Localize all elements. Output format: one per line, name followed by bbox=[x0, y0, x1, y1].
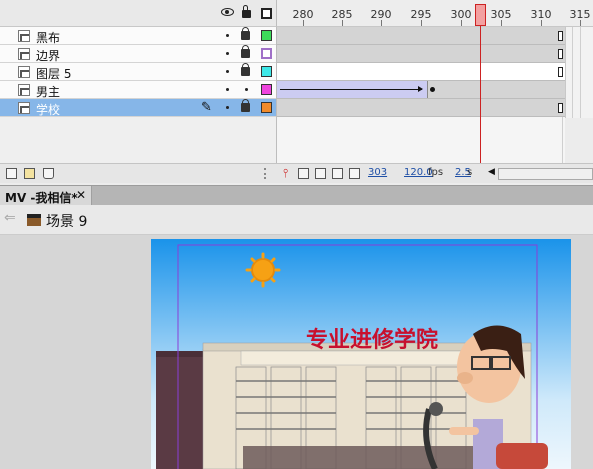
visibility-dot[interactable] bbox=[226, 52, 229, 55]
layer-color-swatch[interactable] bbox=[261, 84, 272, 95]
modify-markers-icon[interactable] bbox=[349, 168, 360, 179]
school-name-sign: 专业进修学院 bbox=[306, 327, 438, 353]
frame-row[interactable] bbox=[276, 63, 565, 81]
layer-color-swatch[interactable] bbox=[261, 30, 272, 41]
elapsed-unit: s bbox=[467, 167, 472, 178]
layer-icon bbox=[18, 30, 30, 42]
edit-multiple-frames-icon[interactable] bbox=[332, 168, 343, 179]
lock-icon[interactable] bbox=[241, 49, 250, 58]
tween-arrow bbox=[280, 89, 422, 90]
layer-icon bbox=[18, 66, 30, 78]
lock-icon[interactable] bbox=[242, 10, 251, 18]
layer-row-边界[interactable]: 边界 bbox=[0, 45, 276, 63]
sun-icon bbox=[247, 254, 279, 286]
stage-scene: 专业进修学院 bbox=[151, 239, 571, 469]
layer-name: 边界 bbox=[36, 47, 60, 64]
frame-row[interactable] bbox=[276, 99, 565, 117]
playhead-line bbox=[480, 4, 481, 164]
lock-icon[interactable] bbox=[241, 103, 250, 112]
frame-row[interactable] bbox=[276, 45, 565, 63]
horizontal-scrollbar[interactable] bbox=[498, 168, 593, 180]
layer-icon bbox=[18, 84, 30, 96]
layer-name: 男主 bbox=[36, 83, 60, 100]
document-tab-bar: MV -我相信* ✕ bbox=[0, 185, 593, 205]
visibility-dot[interactable] bbox=[226, 34, 229, 37]
new-folder-icon[interactable] bbox=[24, 168, 35, 179]
outline-icon[interactable] bbox=[261, 8, 272, 19]
delete-layer-icon[interactable] bbox=[43, 168, 54, 179]
layer-list-empty bbox=[0, 117, 276, 163]
timeline-panel: 280 285 290 295 300 305 310 315 黑布 边界 图层… bbox=[0, 0, 593, 185]
scene-label[interactable]: 场景 9 bbox=[46, 211, 87, 231]
visibility-dot[interactable] bbox=[226, 88, 229, 91]
new-layer-icon[interactable] bbox=[6, 168, 17, 179]
ruler-label: 315 bbox=[565, 8, 593, 21]
visibility-dot[interactable] bbox=[226, 70, 229, 73]
layer-name: 黑布 bbox=[36, 29, 60, 46]
keyframe-end[interactable] bbox=[558, 67, 563, 77]
back-arrow-icon[interactable]: ⇐ bbox=[4, 210, 16, 226]
layer-color-swatch[interactable] bbox=[261, 102, 272, 113]
stage-area[interactable]: 专业进修学院 bbox=[0, 235, 593, 461]
layer-name: 学校 bbox=[36, 101, 60, 118]
frame-ruler[interactable]: 280 285 290 295 300 305 310 315 bbox=[276, 0, 593, 27]
center-frame-icon[interactable]: ⫯ bbox=[283, 166, 288, 181]
layer-name: 图层 5 bbox=[36, 65, 71, 82]
layer-color-swatch[interactable] bbox=[261, 66, 272, 77]
onion-skin-icon[interactable] bbox=[298, 168, 309, 179]
visibility-dot[interactable] bbox=[226, 106, 229, 109]
document-tab-label: MV -我相信* bbox=[5, 189, 78, 206]
close-icon[interactable]: ✕ bbox=[76, 188, 86, 202]
timeline-toolbar: ⫯ 303 120.0 fps 2.5 s ◀ bbox=[0, 163, 593, 183]
keyframe-end[interactable] bbox=[558, 49, 563, 59]
keyframe-end[interactable] bbox=[558, 31, 563, 41]
stage-canvas[interactable]: 专业进修学院 bbox=[151, 239, 571, 469]
pencil-icon[interactable]: ✎ bbox=[201, 100, 212, 115]
layer-row-男主[interactable]: 男主 bbox=[0, 81, 276, 99]
frame-row[interactable] bbox=[276, 81, 565, 99]
layer-row-学校[interactable]: 学校 ✎ bbox=[0, 99, 276, 117]
current-frame[interactable]: 303 bbox=[368, 167, 387, 178]
eye-icon[interactable] bbox=[221, 8, 234, 16]
keyframe-end[interactable] bbox=[558, 103, 563, 113]
panel-resize-grip[interactable] bbox=[264, 168, 270, 179]
layer-header bbox=[0, 0, 276, 27]
edit-bar: ⇐ 场景 9 bbox=[0, 205, 593, 235]
layer-row-黑布[interactable]: 黑布 bbox=[0, 27, 276, 45]
lock-dot[interactable] bbox=[245, 88, 248, 91]
h-scroll-left-icon[interactable]: ◀ bbox=[488, 167, 495, 177]
scene-clapper-icon bbox=[27, 214, 41, 226]
layer-icon bbox=[18, 48, 30, 60]
lock-icon[interactable] bbox=[241, 67, 250, 76]
lock-icon[interactable] bbox=[241, 31, 250, 40]
layer-color-swatch[interactable] bbox=[261, 48, 272, 59]
document-tab[interactable]: MV -我相信* ✕ bbox=[0, 186, 92, 206]
tween-arrowhead bbox=[418, 86, 423, 92]
vertical-scrollbar[interactable] bbox=[565, 27, 593, 118]
frame-rate-unit: fps bbox=[428, 167, 443, 178]
frame-row[interactable] bbox=[276, 27, 565, 45]
frame-area-empty bbox=[276, 117, 565, 163]
onion-outline-icon[interactable] bbox=[315, 168, 326, 179]
keyframe-dot[interactable] bbox=[430, 87, 435, 92]
playhead-handle[interactable] bbox=[475, 4, 486, 26]
layer-row-图层5[interactable]: 图层 5 bbox=[0, 63, 276, 81]
layer-icon bbox=[18, 102, 30, 114]
